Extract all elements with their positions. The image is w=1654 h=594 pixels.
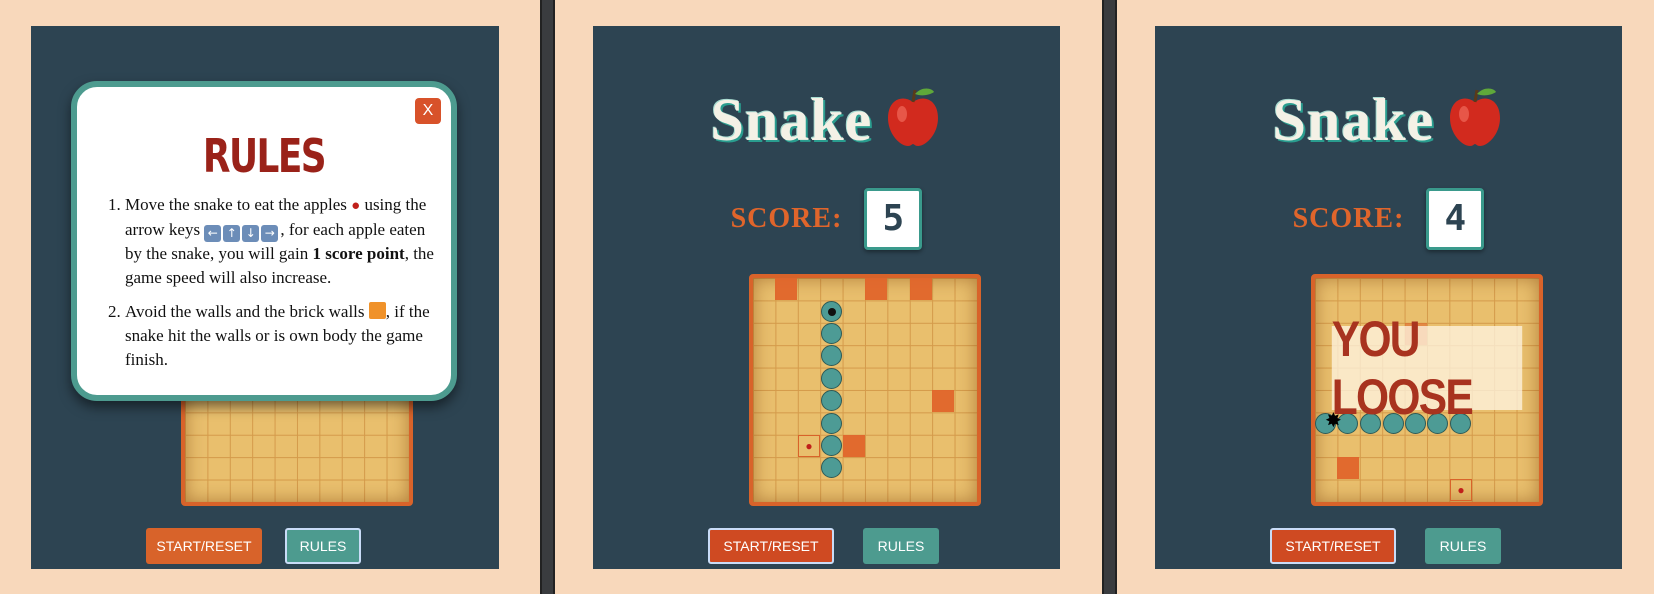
game-board: ● ✸ YOU LOOSE: [1311, 274, 1543, 506]
brick-icon: [368, 302, 386, 319]
score-row: SCORE: 5: [593, 188, 1060, 250]
game-card: Snake SCORE: 4 ● ✸ YOU LOOSE START/RESET: [1155, 26, 1622, 569]
score-value: 5: [864, 188, 923, 250]
snake-segment: [821, 457, 842, 478]
start-reset-button[interactable]: START/RESET: [146, 528, 262, 564]
brick-wall: [843, 435, 865, 457]
screen-game-over: Snake SCORE: 4 ● ✸ YOU LOOSE START/RESET: [1117, 0, 1654, 594]
game-over-message: YOU LOOSE: [1331, 311, 1523, 425]
rules-list: Move the snake to eat the apples ● using…: [103, 193, 439, 382]
rules-button[interactable]: RULES: [1425, 528, 1501, 564]
brick-wall: [865, 278, 887, 300]
apple-icon: [888, 88, 939, 146]
arrow-down-icon: ↓: [242, 225, 260, 242]
screen-rules: Snake START/RESET RULES X RULES Move the…: [0, 0, 540, 594]
start-reset-button[interactable]: START/RESET: [1270, 528, 1396, 564]
panel-divider: [1102, 0, 1117, 594]
start-reset-button[interactable]: START/RESET: [708, 528, 834, 564]
game-board: ●: [749, 274, 981, 506]
arrow-up-icon: ↑: [223, 225, 241, 242]
brick-wall: [910, 278, 932, 300]
arrow-right-icon: →: [261, 225, 279, 242]
game-card: Snake SCORE: 5 ● START/RESET RULES: [593, 26, 1060, 569]
arrow-left-icon: ←: [204, 225, 222, 242]
close-modal-button[interactable]: X: [415, 98, 441, 124]
apple-icon: ●: [351, 198, 361, 214]
rules-button[interactable]: RULES: [863, 528, 939, 564]
snake-segment: [821, 413, 842, 434]
snake-segment: [821, 435, 842, 456]
panel-divider: [540, 0, 555, 594]
modal-title: RULES: [202, 129, 327, 183]
rules-modal: X RULES Move the snake to eat the apples…: [71, 81, 457, 401]
snake-segment: [821, 390, 842, 411]
rules-button[interactable]: RULES: [285, 528, 361, 564]
game-title: Snake: [1155, 86, 1622, 155]
apple-icon: ●: [798, 435, 820, 457]
snake-segment: [821, 345, 842, 366]
screen-playing: Snake SCORE: 5 ● START/RESET RULES: [555, 0, 1102, 594]
snake-head: [821, 301, 842, 322]
score-label: SCORE:: [730, 203, 843, 234]
game-title: Snake: [593, 86, 1060, 155]
apple-icon: ●: [1450, 479, 1472, 501]
apple-icon: [1450, 88, 1501, 146]
snake-segment: [821, 323, 842, 344]
score-label: SCORE:: [1292, 203, 1405, 234]
brick-wall: [775, 278, 797, 300]
rule-item: Avoid the walls and the brick walls , if…: [125, 300, 439, 372]
score-row: SCORE: 4: [1155, 188, 1622, 250]
brick-wall: [1337, 457, 1359, 479]
brick-wall: [932, 390, 954, 412]
snake-segment: [821, 368, 842, 389]
rule-item: Move the snake to eat the apples ● using…: [125, 193, 439, 290]
score-value: 4: [1426, 188, 1485, 250]
